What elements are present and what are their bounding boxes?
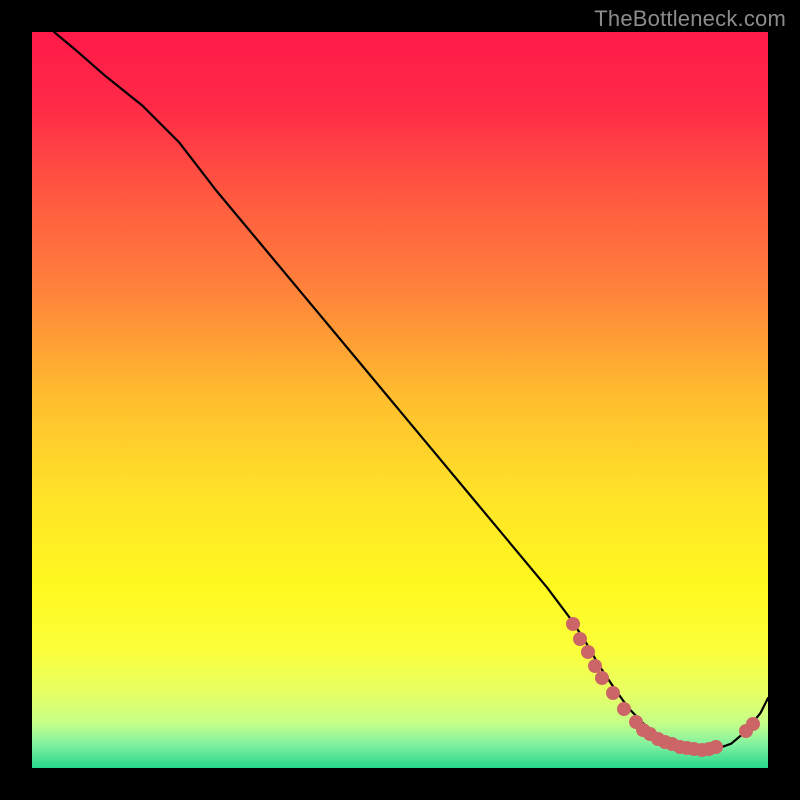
plot-area (32, 32, 768, 768)
chart-stage: TheBottleneck.com (0, 0, 800, 800)
background-gradient (32, 32, 768, 768)
attribution-text: TheBottleneck.com (594, 6, 786, 32)
